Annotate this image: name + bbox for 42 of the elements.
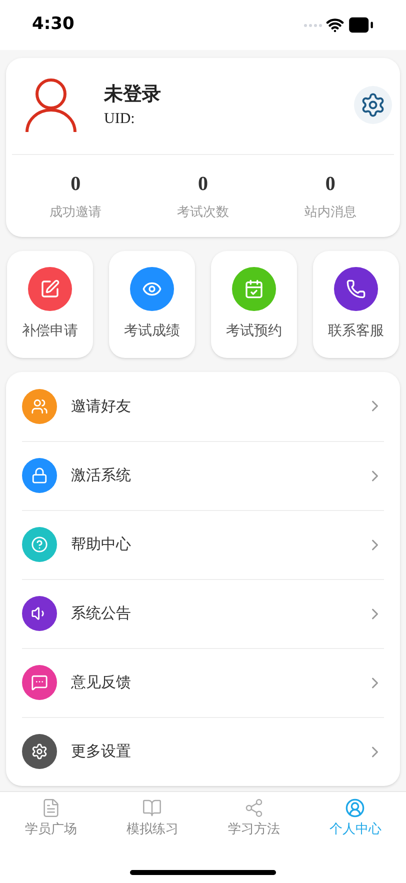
chat-icon bbox=[31, 674, 48, 691]
phone-icon bbox=[346, 278, 366, 298]
avatar-icon bbox=[24, 77, 78, 133]
stat-item[interactable]: 0 成功邀请 bbox=[12, 169, 140, 222]
settings-button[interactable] bbox=[354, 86, 392, 124]
menu-item[interactable]: 意见反馈 bbox=[22, 648, 384, 716]
shortcut-card[interactable]: 考试成绩 bbox=[109, 250, 195, 358]
user-icon bbox=[345, 798, 366, 818]
book-icon bbox=[142, 798, 162, 818]
edit-icon bbox=[40, 278, 60, 298]
menu-item[interactable]: 系统公告 bbox=[22, 578, 384, 648]
tab-item[interactable]: 学习方法 bbox=[203, 792, 304, 846]
shortcut-card[interactable]: 联系客服 bbox=[313, 250, 399, 358]
shortcut-card[interactable]: 补偿申请 bbox=[7, 250, 93, 358]
shortcut-card[interactable]: 考试预约 bbox=[211, 250, 297, 358]
menu-item[interactable]: 更多设置 bbox=[22, 716, 384, 786]
users-icon bbox=[31, 398, 48, 414]
tab-item[interactable]: 模拟练习 bbox=[102, 792, 203, 846]
menu-label: 帮助中心 bbox=[71, 534, 132, 556]
wifi-icon bbox=[326, 16, 344, 34]
menu-label: 意见反馈 bbox=[71, 672, 132, 694]
menu-item[interactable]: 帮助中心 bbox=[22, 510, 384, 578]
stat-item[interactable]: 0 考试次数 bbox=[139, 169, 267, 222]
status-time: 4:30 bbox=[32, 13, 74, 36]
document-icon bbox=[40, 798, 61, 818]
nodes-icon bbox=[244, 798, 264, 818]
menu-label: 系统公告 bbox=[71, 603, 132, 624]
settings-icon bbox=[360, 92, 386, 118]
menu-label: 更多设置 bbox=[71, 741, 132, 762]
stat-item[interactable]: 0 站内消息 bbox=[266, 169, 394, 222]
calendar-check-icon bbox=[244, 278, 264, 298]
user-name: 未登录 bbox=[104, 82, 162, 106]
signal-icon bbox=[304, 24, 322, 26]
question-icon bbox=[31, 536, 48, 553]
tab-item[interactable]: 学员广场 bbox=[0, 792, 102, 846]
settings-icon bbox=[31, 743, 48, 760]
menu-item[interactable]: 邀请好友 bbox=[22, 372, 384, 440]
menu-item[interactable]: 激活系统 bbox=[22, 440, 384, 510]
menu-label: 激活系统 bbox=[71, 465, 132, 486]
menu-label: 邀请好友 bbox=[71, 396, 132, 417]
lock-icon bbox=[31, 467, 48, 484]
uid-label: UID: bbox=[104, 110, 136, 129]
